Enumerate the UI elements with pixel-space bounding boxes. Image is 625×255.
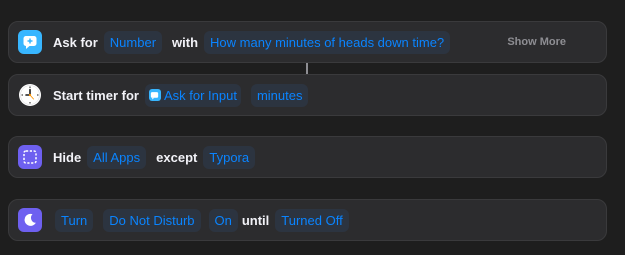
hide-label: Hide [53, 149, 82, 165]
flow-connector [306, 63, 308, 74]
hide-apps-icon [18, 145, 42, 169]
timer-action-row: Start timer for Ask for Input minutes [53, 75, 312, 115]
ask-for-input-icon [18, 30, 42, 54]
ask-label: Ask for [53, 34, 98, 50]
with-label: with [172, 34, 199, 50]
focus-action-row: Turn Do Not Disturb On until Turned Off [55, 200, 353, 240]
variable-label: Ask for Input [163, 87, 237, 103]
show-more-button[interactable]: Show More [507, 36, 566, 48]
hide-action-row: Hide All Apps except Typora [53, 137, 259, 177]
moon-icon [18, 208, 42, 232]
unit-token[interactable]: minutes [250, 83, 309, 107]
state-token[interactable]: On [208, 208, 238, 232]
apps-token[interactable]: All Apps [87, 145, 147, 169]
set-focus-action[interactable]: Turn Do Not Disturb On until Turned Off [8, 199, 607, 241]
timer-label: Start timer for [53, 87, 139, 103]
start-timer-action[interactable]: Start timer for Ask for Input minutes [8, 74, 607, 116]
ask-action-row: Ask for Number with How many minutes of … [53, 22, 454, 62]
focus-mode-token[interactable]: Do Not Disturb [103, 208, 201, 232]
excepted-app-token[interactable]: Typora [203, 145, 256, 169]
prompt-token[interactable]: How many minutes of heads down time? [204, 30, 451, 54]
turn-token[interactable]: Turn [55, 208, 94, 232]
until-label: until [241, 212, 270, 228]
ask-for-input-variable-token[interactable]: Ask for Input [144, 83, 241, 107]
clock-icon [18, 83, 42, 107]
ask-for-input-variable-icon [148, 89, 161, 101]
input-type-token[interactable]: Number [103, 30, 163, 54]
hide-apps-action[interactable]: Hide All Apps except Typora [8, 136, 607, 178]
ask-for-input-action[interactable]: Ask for Number with How many minutes of … [8, 21, 607, 63]
except-label: except [156, 149, 198, 165]
until-token[interactable]: Turned Off [275, 208, 349, 232]
shortcut-editor: Ask for Number with How many minutes of … [0, 0, 625, 255]
